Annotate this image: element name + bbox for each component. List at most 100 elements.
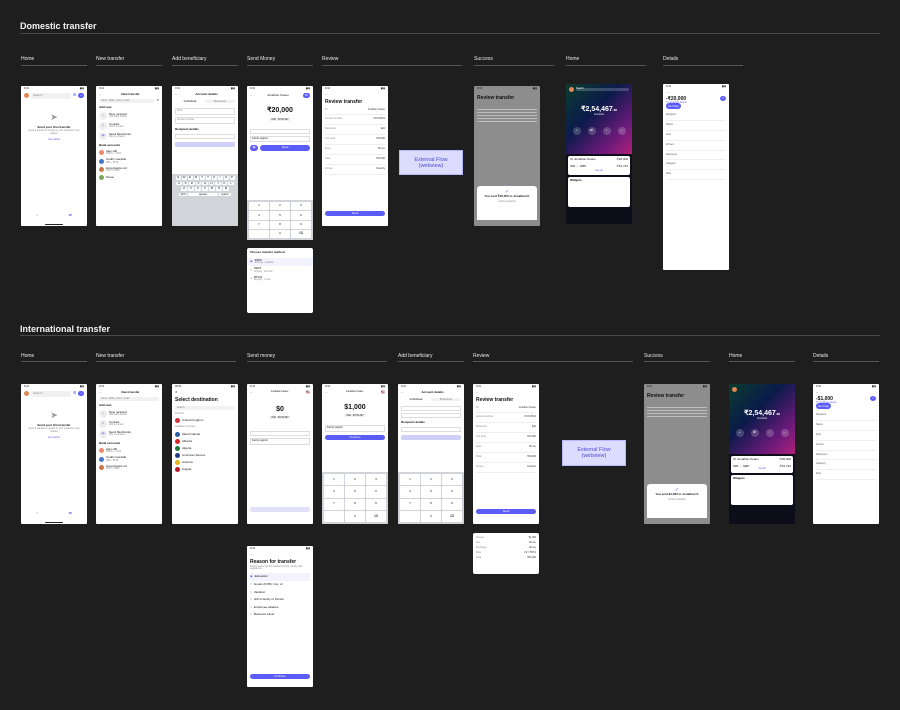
list-item[interactable]: Name [99, 175, 159, 181]
keypad-key[interactable]: ⌫ [366, 510, 386, 522]
keyboard-key[interactable]: T [199, 175, 205, 180]
keypad-key[interactable]: 5 [345, 486, 365, 498]
avatar[interactable] [24, 93, 29, 99]
number-keypad[interactable]: 1 2 3 4 5 6 7 8 9. 0 ⌫ [398, 472, 464, 524]
keypad-key[interactable]: 2 [421, 474, 441, 486]
balance-chip[interactable]: INR · ₹2,54,467 [269, 117, 291, 121]
tab-individual[interactable]: Individual [401, 397, 431, 402]
keyboard-key[interactable]: O [223, 175, 229, 180]
keyboard-key[interactable]: Z [181, 187, 187, 191]
keypad-key[interactable]: 9 [442, 498, 462, 510]
country-item[interactable]: United Kingdom [172, 417, 238, 424]
list-item[interactable]: Cedric Geralde SBI •• 5678 [99, 158, 159, 164]
name-field[interactable] [175, 133, 235, 139]
keypad-key[interactable]: 7 [324, 498, 344, 510]
keyboard-key[interactable]: K [221, 181, 228, 186]
keyboard-key[interactable]: S [182, 181, 189, 186]
back-icon[interactable]: ← [666, 90, 669, 94]
back-icon[interactable]: ← [325, 92, 328, 96]
reason-option[interactable]: ○ Goods (FOB), Imp. of [250, 581, 310, 589]
keypad-key[interactable]: 0 [345, 510, 365, 522]
keypad-key[interactable]: 5 [421, 486, 441, 498]
keypad-key[interactable]: 3 [291, 202, 311, 211]
add-button[interactable]: + [78, 93, 84, 99]
add-button[interactable]: + [78, 391, 84, 397]
continue-button-disabled[interactable] [175, 141, 235, 147]
tab-business[interactable]: Business [431, 397, 461, 402]
transfer-tab-icon[interactable]: ⇄ [69, 212, 72, 218]
more-icon[interactable]: ⋯ [617, 127, 626, 136]
reason-option[interactable]: ○ Vacation [250, 589, 310, 597]
method-option[interactable]: ○ RTGS Arriving · 1 hour [247, 275, 313, 283]
option-row[interactable]: ⌂ New recipient Add bank details [99, 410, 159, 419]
list-item[interactable]: Alex Hill HDFC •• 1234 [99, 447, 159, 454]
reason-option[interactable]: ◉ Education [250, 573, 310, 581]
space-key[interactable]: space [188, 192, 218, 197]
search-input[interactable]: Search [31, 93, 71, 99]
keyboard-key[interactable]: Q [175, 175, 181, 180]
keypad-key[interactable]: 4 [400, 486, 420, 498]
close-icon[interactable]: ✕ [156, 99, 159, 103]
keyboard-key[interactable]: J [215, 181, 221, 186]
keyboard-key[interactable]: M [223, 187, 229, 191]
option-row[interactable]: ☺ Contact Add a contact [99, 420, 159, 429]
keypad-key[interactable]: 0 [270, 229, 290, 238]
keyboard-key[interactable]: E [187, 175, 193, 180]
keyboard-key[interactable]: U [211, 175, 217, 180]
add-money-icon[interactable]: + [735, 429, 744, 438]
keyboard-key[interactable]: R [193, 175, 199, 180]
keypad-key[interactable]: 8 [345, 498, 365, 510]
add-money-icon[interactable]: + [572, 127, 581, 136]
tab-business[interactable]: Business [205, 99, 235, 104]
keyboard-key[interactable]: V [202, 187, 208, 191]
help-chip[interactable]: Get help [666, 103, 681, 110]
keypad-key[interactable]: 0 [421, 510, 441, 522]
reason-option[interactable]: ○ Employee salaries [250, 604, 310, 612]
method-field[interactable] [250, 128, 310, 134]
tab-individual[interactable]: Individual [175, 99, 205, 104]
country-item[interactable]: Albania [175, 438, 235, 445]
back-icon[interactable]: ← [816, 390, 819, 394]
keyboard-key[interactable]: F [195, 181, 202, 186]
search-input[interactable]: Name, IBAN, phone, email [99, 98, 155, 104]
get-started-link[interactable]: Get started [21, 436, 87, 440]
number-keypad[interactable]: 1 2 3 4 5 6 7 8 9. 0 ⌫ [247, 200, 313, 240]
send-button[interactable]: Send [476, 508, 536, 514]
search-input[interactable]: Search [576, 87, 629, 91]
move-icon[interactable]: ↕ [602, 127, 611, 136]
keypad-key[interactable]: 1 [249, 202, 269, 211]
keypad-key[interactable]: 3 [366, 474, 386, 486]
keyboard-key[interactable]: D [189, 181, 195, 186]
keypad-key[interactable]: ⌫ [291, 229, 311, 238]
keypad-key[interactable]: . [400, 510, 420, 522]
keyboard-key[interactable]: X [188, 187, 194, 191]
keypad-key[interactable]: 3 [442, 474, 462, 486]
keypad-key[interactable]: 2 [345, 474, 365, 486]
grid-icon[interactable]: ⊞ [73, 391, 76, 396]
keyboard-key[interactable]: P [229, 175, 235, 180]
send-button[interactable]: Send [325, 210, 385, 216]
country-item[interactable]: Angola [175, 466, 235, 473]
country-item[interactable]: Andorra [175, 459, 235, 466]
option-row[interactable]: ▤ Send Merchants Pay merchants [99, 132, 159, 141]
method-option[interactable]: ○ NEFT Arriving · 30 mins [247, 266, 313, 274]
transfer-tab-icon[interactable]: ⇄ [69, 510, 72, 516]
keyboard[interactable]: QWERTYUIOP ASDFGHJKL ZXCVBNM 123 space r… [172, 174, 238, 226]
grid-icon[interactable]: ⊞ [73, 93, 76, 98]
keyboard-key[interactable]: Y [205, 175, 211, 180]
keypad-key[interactable]: ⌫ [442, 510, 462, 522]
send-button[interactable]: Send [260, 145, 310, 151]
account-number-field[interactable]: Account number [175, 117, 235, 124]
keypad-key[interactable]: 8 [270, 220, 290, 229]
keyboard-key[interactable]: G [202, 181, 208, 186]
search-input[interactable]: Search [31, 391, 71, 397]
keypad-key[interactable]: 1 [324, 474, 344, 486]
ifsc-field[interactable]: IFSC [175, 108, 235, 116]
continue-button[interactable]: Continue [250, 673, 310, 679]
country-item[interactable]: Algeria [175, 445, 235, 452]
exchange-icon[interactable]: ⇄ [750, 429, 759, 438]
get-started-link[interactable]: Get started [21, 138, 87, 142]
country-item[interactable]: Åland Islands [175, 431, 235, 438]
purpose-field[interactable]: Family support [250, 437, 310, 445]
search-input[interactable]: Search [175, 405, 235, 411]
